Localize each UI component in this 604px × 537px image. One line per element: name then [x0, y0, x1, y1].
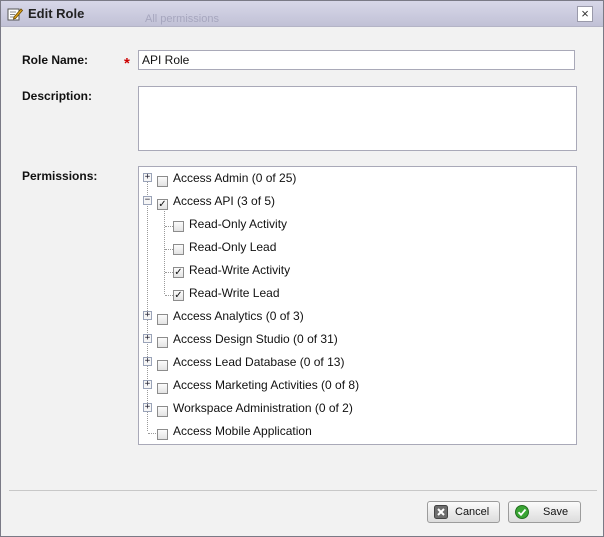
permission-checkbox[interactable]	[173, 221, 184, 232]
permission-row-access-marketing-activities: + Access Marketing Activities (0 of 8)	[139, 375, 576, 395]
permission-row-access-api: − ✓ Access API (3 of 5)	[139, 191, 576, 211]
permission-checkbox[interactable]: ✓	[157, 199, 168, 210]
permission-label: Access API (3 of 5)	[173, 194, 276, 208]
cancel-button-label: Cancel	[455, 506, 490, 518]
cancel-x-icon	[434, 505, 448, 519]
permission-row-access-analytics: + Access Analytics (0 of 3)	[139, 306, 576, 326]
permission-label: Workspace Administration (0 of 2)	[173, 401, 353, 415]
permission-row-access-admin: + Access Admin (0 of 25)	[139, 168, 576, 188]
permission-row-read-write-activity: ✓ Read-Write Activity	[139, 260, 576, 280]
dialog-title: Edit Role	[28, 6, 85, 21]
permission-checkbox[interactable]: ✓	[173, 267, 184, 278]
close-icon[interactable]: ×	[577, 6, 593, 22]
expand-plus-icon[interactable]: +	[143, 173, 152, 182]
collapse-minus-icon[interactable]: −	[143, 196, 152, 205]
permission-row-workspace-administration: + Workspace Administration (0 of 2)	[139, 398, 576, 418]
permission-label: Access Marketing Activities (0 of 8)	[173, 378, 360, 392]
permissions-tree: + Access Admin (0 of 25) − ✓ Access API …	[138, 166, 577, 445]
permission-row-read-only-activity: Read-Only Activity	[139, 214, 576, 234]
permissions-label: Permissions:	[22, 169, 98, 183]
permission-row-access-mobile-application: Access Mobile Application	[139, 421, 576, 441]
required-marker: *	[124, 55, 130, 72]
permission-label: Access Analytics (0 of 3)	[173, 309, 304, 323]
permission-checkbox[interactable]	[157, 383, 168, 394]
expand-plus-icon[interactable]: +	[143, 403, 152, 412]
permission-checkbox[interactable]	[157, 429, 168, 440]
cancel-button[interactable]: Cancel	[427, 501, 500, 523]
permission-checkbox[interactable]	[157, 406, 168, 417]
dialog-titlebar[interactable]: All permissions Edit Role ×	[1, 1, 603, 27]
expand-plus-icon[interactable]: +	[143, 380, 152, 389]
permission-checkbox[interactable]: ✓	[173, 290, 184, 301]
expand-plus-icon[interactable]: +	[143, 334, 152, 343]
permission-label: Access Admin (0 of 25)	[173, 171, 297, 185]
permission-checkbox[interactable]	[157, 337, 168, 348]
checkmark-icon: ✓	[174, 290, 183, 301]
checkmark-icon: ✓	[158, 199, 167, 210]
permission-label: Access Lead Database (0 of 13)	[173, 355, 345, 369]
save-check-icon	[515, 505, 529, 519]
role-name-input[interactable]	[138, 50, 575, 70]
permission-row-read-write-lead: ✓ Read-Write Lead	[139, 283, 576, 303]
description-field[interactable]	[138, 86, 577, 151]
permission-checkbox[interactable]	[157, 360, 168, 371]
permission-label: Read-Write Lead	[189, 286, 280, 300]
permission-label: Read-Write Activity	[189, 263, 291, 277]
edit-role-dialog: All permissions Edit Role × Role Name: *…	[0, 0, 604, 537]
role-name-label: Role Name:	[22, 53, 89, 67]
permission-label: Read-Only Lead	[189, 240, 277, 254]
permission-label: Access Mobile Application	[173, 424, 312, 438]
checkmark-icon: ✓	[174, 267, 183, 278]
permission-row-read-only-lead: Read-Only Lead	[139, 237, 576, 257]
expand-plus-icon[interactable]: +	[143, 311, 152, 320]
titlebar-ghost-text: All permissions	[145, 13, 219, 25]
permission-checkbox[interactable]	[157, 314, 168, 325]
permission-row-access-lead-database: + Access Lead Database (0 of 13)	[139, 352, 576, 372]
save-button[interactable]: Save	[508, 501, 581, 523]
permission-checkbox[interactable]	[173, 244, 184, 255]
description-label: Description:	[22, 89, 93, 103]
permission-row-access-design-studio: + Access Design Studio (0 of 31)	[139, 329, 576, 349]
permission-label: Read-Only Activity	[189, 217, 288, 231]
footer-divider	[9, 490, 597, 491]
expand-plus-icon[interactable]: +	[143, 357, 152, 366]
edit-pencil-icon	[7, 6, 24, 22]
save-button-label: Save	[543, 506, 569, 518]
permission-checkbox[interactable]	[157, 176, 168, 187]
permission-label: Access Design Studio (0 of 31)	[173, 332, 338, 346]
